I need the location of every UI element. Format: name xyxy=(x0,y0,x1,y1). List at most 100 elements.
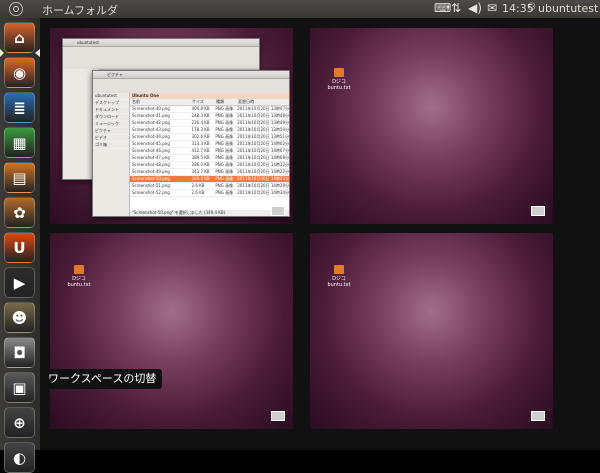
terminal-icon-glyph: ▶ xyxy=(13,273,26,292)
desktop-file[interactable]: Dジコbuntu.txt xyxy=(324,68,354,91)
file-size: 404.8 KB xyxy=(191,106,210,111)
file-date: 2011年10月20日 14時25分 xyxy=(237,176,289,181)
workspace-3[interactable]: Dジコbuntu.txt xyxy=(50,233,293,429)
workspace-1[interactable]: ubuntutest ピクチャ ubuntutest デスクトップ ドキュメント ダウ… xyxy=(50,28,293,224)
desktop-file[interactable]: Dジコbuntu.txt xyxy=(324,265,354,288)
volume-icon[interactable]: ◀) xyxy=(468,1,482,15)
file-type: PNG 画像 xyxy=(215,141,234,146)
add-icon[interactable]: ⊕ xyxy=(4,407,35,438)
file-date: 2011年10月20日 13時48分 xyxy=(237,113,289,118)
file-list: Ubuntu One 名前 サイズ 種類 変更日時 Screenshot-40.… xyxy=(130,93,289,216)
workspace-4[interactable]: Dジコbuntu.txt xyxy=(310,233,553,429)
sidebar-item[interactable]: ゴミ箱 xyxy=(93,142,129,149)
terminal-icon[interactable]: ▶ xyxy=(4,267,35,298)
file-name: Screenshot-46.png xyxy=(132,148,170,153)
sidebar-item[interactable]: ミュージック xyxy=(93,121,129,128)
file-type: PNG 画像 xyxy=(215,162,234,167)
network-icon[interactable]: ⇅ xyxy=(451,1,461,15)
keyboard-icon[interactable]: ⌨ xyxy=(434,1,451,15)
ubuntu-one-icon[interactable]: U xyxy=(4,232,35,263)
gimp-icon[interactable]: ☻ xyxy=(4,302,35,333)
text-file-icon xyxy=(334,265,344,274)
file-name: Screenshot-47.png xyxy=(132,155,170,160)
ubuntu-logo-icon[interactable] xyxy=(9,2,23,16)
file-name: Screenshot-48.png xyxy=(132,162,170,167)
top-panel: ホームフォルダ ⌨ ⇅ ◀) ✉ 14:35 ⚇ ubuntutest xyxy=(0,0,600,18)
file-date: 2011年10月20日 14時07分 xyxy=(237,148,289,153)
calc-icon-glyph: ▦ xyxy=(12,133,27,152)
file-row[interactable]: Screenshot-49.png 343.7 KB PNG 画像 2011年10月2… xyxy=(130,169,289,176)
workspace-2[interactable]: Dジコbuntu.txt xyxy=(310,28,553,224)
file-name: Screenshot-43.png xyxy=(132,127,170,132)
file-type: PNG 画像 xyxy=(215,106,234,111)
impress-icon[interactable]: ▤ xyxy=(4,162,35,193)
file-row[interactable]: Screenshot-42.png 226.4 KB PNG 画像 2011年10月2… xyxy=(130,120,289,127)
file-name: Screenshot-42.png xyxy=(132,120,170,125)
pictures-window-toolbar xyxy=(93,79,289,94)
desktop-file[interactable]: Dジコbuntu.txt xyxy=(64,265,94,288)
back-window-toolbar xyxy=(63,47,259,70)
running-indicator xyxy=(0,49,4,57)
file-size: 178.3 KB xyxy=(191,127,210,132)
file-type: PNG 画像 xyxy=(215,148,234,153)
file-row[interactable]: Screenshot-45.png 313.3 KB PNG 画像 2011年10月2… xyxy=(130,141,289,148)
file-size: 286.0 KB xyxy=(191,162,210,167)
file-row[interactable]: Screenshot-52.png 2.6 KB PNG 画像 2011年10月20日… xyxy=(130,190,289,197)
file-row[interactable]: Screenshot-40.png 404.8 KB PNG 画像 2011年10月2… xyxy=(130,106,289,113)
pictures-sidebar: ubuntutest デスクトップ ドキュメント ダウンロード ミュージック ピクチャ ビデ… xyxy=(93,93,130,216)
sidebar-item[interactable]: ビデオ xyxy=(93,135,129,142)
screenshot-icon[interactable]: ◘ xyxy=(4,337,35,368)
sidebar-item[interactable]: ubuntutest xyxy=(93,93,129,100)
file-size: 389.5 KB xyxy=(191,155,210,160)
file-row[interactable]: Screenshot-46.png 412.7 KB PNG 画像 2011年10月2… xyxy=(130,148,289,155)
mail-icon[interactable]: ✉ xyxy=(487,1,497,15)
user-name[interactable]: ubuntutest xyxy=(538,2,598,15)
pictures-window-title: ピクチャ xyxy=(93,71,289,79)
file-row[interactable]: Screenshot-41.png 248.3 KB PNG 画像 2011年10月2… xyxy=(130,113,289,120)
file-type: PNG 画像 xyxy=(215,190,234,195)
sidebar-item[interactable]: ダウンロード xyxy=(93,114,129,121)
file-type: PNG 画像 xyxy=(215,155,234,160)
file-date: 2011年10月20日 13時50分 xyxy=(237,127,289,132)
file-date: 2011年10月20日 14時22分 xyxy=(237,169,289,174)
sidebar-item[interactable]: デスクトップ xyxy=(93,100,129,107)
workspace-thumb xyxy=(531,411,545,421)
file-row[interactable]: Screenshot-44.png 302.6 KB PNG 画像 2011年10月2… xyxy=(130,134,289,141)
user-icon[interactable]: ⚇ xyxy=(527,2,536,13)
firefox-icon-glyph: ◉ xyxy=(12,63,27,82)
sidebar-item[interactable]: ピクチャ xyxy=(93,128,129,135)
home-folder-icon-glyph: ⌂ xyxy=(14,28,25,47)
firefox-icon[interactable]: ◉ xyxy=(4,57,35,88)
file-row[interactable]: Screenshot-48.png 286.0 KB PNG 画像 2011年10月2… xyxy=(130,162,289,169)
file-row[interactable]: Screenshot-50.png 349.4 KB PNG 画像 2011年10月2… xyxy=(130,176,289,183)
sidebar-item[interactable]: ドキュメント xyxy=(93,107,129,114)
software-center-icon[interactable]: ✿ xyxy=(4,197,35,228)
file-name: Screenshot-40.png xyxy=(132,106,170,111)
file-date: 2011年10月20日 14時08分 xyxy=(237,155,289,160)
file-type: PNG 画像 xyxy=(215,127,234,132)
file-size: 248.3 KB xyxy=(191,113,210,118)
calc-icon[interactable]: ▦ xyxy=(4,127,35,158)
file-row[interactable]: Screenshot-47.png 389.5 KB PNG 画像 2011年10月2… xyxy=(130,155,289,162)
pictures-window[interactable]: ピクチャ ubuntutest デスクトップ ドキュメント ダウンロード ミュージックピ… xyxy=(92,70,290,217)
file-size: 412.7 KB xyxy=(191,148,210,153)
col-type[interactable]: 種類 xyxy=(216,99,238,105)
col-date[interactable]: 変更日時 xyxy=(238,99,254,105)
home-folder-icon[interactable]: ⌂ xyxy=(4,22,35,53)
file-row[interactable]: Screenshot-43.png 178.3 KB PNG 画像 2011年10月2… xyxy=(130,127,289,134)
screenshot-icon-glyph: ◘ xyxy=(13,343,26,362)
file-size: 349.4 KB xyxy=(191,176,210,181)
file-row[interactable]: Screenshot-51.png 2.6 KB PNG 画像 2011年10月20日… xyxy=(130,183,289,190)
trash-icon[interactable]: ◐ xyxy=(4,442,35,473)
writer-icon[interactable]: ≣ xyxy=(4,92,35,123)
file-type: PNG 画像 xyxy=(215,169,234,174)
workspace-thumb xyxy=(271,411,285,421)
text-file-icon xyxy=(334,68,344,77)
column-headers: 名前 サイズ 種類 変更日時 xyxy=(130,99,289,106)
col-size[interactable]: サイズ xyxy=(192,99,216,105)
workspace-switcher-icon[interactable]: ▣ xyxy=(4,372,35,403)
file-size: 302.6 KB xyxy=(191,134,210,139)
gimp-icon-glyph: ☻ xyxy=(11,308,28,327)
col-name[interactable]: 名前 xyxy=(130,99,192,105)
file-size: 226.4 KB xyxy=(191,120,210,125)
